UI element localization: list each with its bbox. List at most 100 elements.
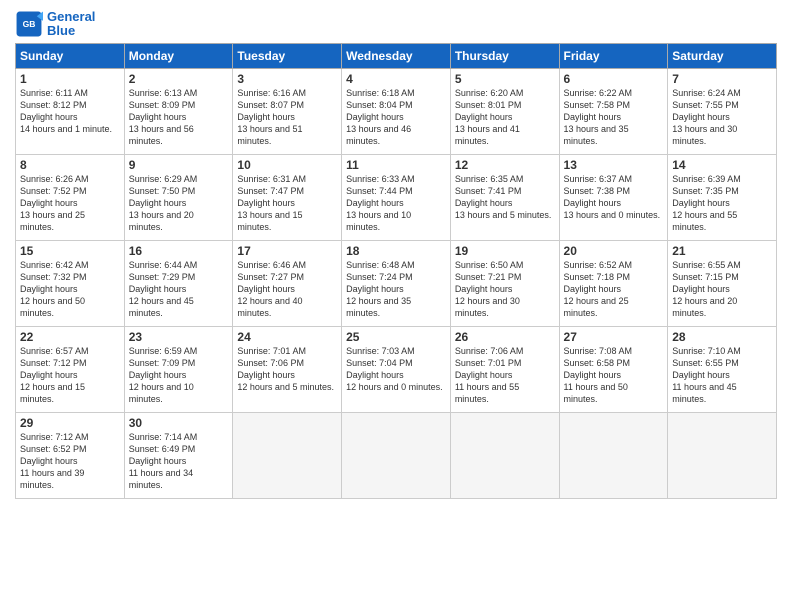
day-info: Sunrise: 6:55 AMSunset: 7:15 PMDaylight … <box>672 259 772 320</box>
day-number: 19 <box>455 244 555 258</box>
day-info: Sunrise: 6:39 AMSunset: 7:35 PMDaylight … <box>672 173 772 234</box>
day-info: Sunrise: 6:31 AMSunset: 7:47 PMDaylight … <box>237 173 337 234</box>
calendar-week-row: 1Sunrise: 6:11 AMSunset: 8:12 PMDaylight… <box>16 68 777 154</box>
day-number: 25 <box>346 330 446 344</box>
day-info: Sunrise: 6:33 AMSunset: 7:44 PMDaylight … <box>346 173 446 234</box>
day-number: 1 <box>20 72 120 86</box>
calendar-cell: 19Sunrise: 6:50 AMSunset: 7:21 PMDayligh… <box>450 240 559 326</box>
calendar-cell: 2Sunrise: 6:13 AMSunset: 8:09 PMDaylight… <box>124 68 233 154</box>
calendar-cell: 15Sunrise: 6:42 AMSunset: 7:32 PMDayligh… <box>16 240 125 326</box>
day-number: 10 <box>237 158 337 172</box>
day-number: 7 <box>672 72 772 86</box>
day-info: Sunrise: 6:46 AMSunset: 7:27 PMDaylight … <box>237 259 337 320</box>
calendar-cell: 30Sunrise: 7:14 AMSunset: 6:49 PMDayligh… <box>124 412 233 498</box>
day-info: Sunrise: 6:29 AMSunset: 7:50 PMDaylight … <box>129 173 229 234</box>
day-of-week-header: Wednesday <box>342 43 451 68</box>
calendar-cell: 29Sunrise: 7:12 AMSunset: 6:52 PMDayligh… <box>16 412 125 498</box>
calendar-cell: 28Sunrise: 7:10 AMSunset: 6:55 PMDayligh… <box>668 326 777 412</box>
calendar-cell: 1Sunrise: 6:11 AMSunset: 8:12 PMDaylight… <box>16 68 125 154</box>
calendar-cell: 12Sunrise: 6:35 AMSunset: 7:41 PMDayligh… <box>450 154 559 240</box>
day-info: Sunrise: 6:35 AMSunset: 7:41 PMDaylight … <box>455 173 555 222</box>
calendar-week-row: 15Sunrise: 6:42 AMSunset: 7:32 PMDayligh… <box>16 240 777 326</box>
day-number: 27 <box>564 330 664 344</box>
calendar-cell: 4Sunrise: 6:18 AMSunset: 8:04 PMDaylight… <box>342 68 451 154</box>
day-info: Sunrise: 6:44 AMSunset: 7:29 PMDaylight … <box>129 259 229 320</box>
day-of-week-header: Friday <box>559 43 668 68</box>
day-info: Sunrise: 6:11 AMSunset: 8:12 PMDaylight … <box>20 87 120 136</box>
day-number: 14 <box>672 158 772 172</box>
calendar-cell <box>233 412 342 498</box>
day-info: Sunrise: 7:06 AMSunset: 7:01 PMDaylight … <box>455 345 555 406</box>
calendar-cell: 26Sunrise: 7:06 AMSunset: 7:01 PMDayligh… <box>450 326 559 412</box>
calendar-cell: 20Sunrise: 6:52 AMSunset: 7:18 PMDayligh… <box>559 240 668 326</box>
day-number: 2 <box>129 72 229 86</box>
day-number: 12 <box>455 158 555 172</box>
day-info: Sunrise: 6:57 AMSunset: 7:12 PMDaylight … <box>20 345 120 406</box>
svg-text:GB: GB <box>23 19 36 29</box>
day-info: Sunrise: 7:12 AMSunset: 6:52 PMDaylight … <box>20 431 120 492</box>
calendar-cell: 22Sunrise: 6:57 AMSunset: 7:12 PMDayligh… <box>16 326 125 412</box>
calendar-cell: 14Sunrise: 6:39 AMSunset: 7:35 PMDayligh… <box>668 154 777 240</box>
day-number: 18 <box>346 244 446 258</box>
day-number: 6 <box>564 72 664 86</box>
logo-icon: GB <box>15 10 43 38</box>
calendar-cell: 25Sunrise: 7:03 AMSunset: 7:04 PMDayligh… <box>342 326 451 412</box>
day-number: 3 <box>237 72 337 86</box>
days-of-week-row: SundayMondayTuesdayWednesdayThursdayFrid… <box>16 43 777 68</box>
day-of-week-header: Monday <box>124 43 233 68</box>
day-number: 11 <box>346 158 446 172</box>
day-number: 5 <box>455 72 555 86</box>
calendar-cell <box>342 412 451 498</box>
calendar-cell <box>559 412 668 498</box>
calendar-cell <box>450 412 559 498</box>
day-info: Sunrise: 6:48 AMSunset: 7:24 PMDaylight … <box>346 259 446 320</box>
day-of-week-header: Saturday <box>668 43 777 68</box>
logo: GB General Blue <box>15 10 95 39</box>
calendar-cell: 11Sunrise: 6:33 AMSunset: 7:44 PMDayligh… <box>342 154 451 240</box>
calendar-cell: 13Sunrise: 6:37 AMSunset: 7:38 PMDayligh… <box>559 154 668 240</box>
calendar-week-row: 8Sunrise: 6:26 AMSunset: 7:52 PMDaylight… <box>16 154 777 240</box>
day-of-week-header: Thursday <box>450 43 559 68</box>
day-of-week-header: Sunday <box>16 43 125 68</box>
day-number: 17 <box>237 244 337 258</box>
day-number: 28 <box>672 330 772 344</box>
calendar-cell: 18Sunrise: 6:48 AMSunset: 7:24 PMDayligh… <box>342 240 451 326</box>
day-info: Sunrise: 7:08 AMSunset: 6:58 PMDaylight … <box>564 345 664 406</box>
day-info: Sunrise: 6:24 AMSunset: 7:55 PMDaylight … <box>672 87 772 148</box>
day-info: Sunrise: 7:10 AMSunset: 6:55 PMDaylight … <box>672 345 772 406</box>
day-info: Sunrise: 6:50 AMSunset: 7:21 PMDaylight … <box>455 259 555 320</box>
calendar-cell: 24Sunrise: 7:01 AMSunset: 7:06 PMDayligh… <box>233 326 342 412</box>
calendar-cell: 16Sunrise: 6:44 AMSunset: 7:29 PMDayligh… <box>124 240 233 326</box>
calendar-cell: 3Sunrise: 6:16 AMSunset: 8:07 PMDaylight… <box>233 68 342 154</box>
calendar-cell: 9Sunrise: 6:29 AMSunset: 7:50 PMDaylight… <box>124 154 233 240</box>
day-info: Sunrise: 6:42 AMSunset: 7:32 PMDaylight … <box>20 259 120 320</box>
calendar-week-row: 29Sunrise: 7:12 AMSunset: 6:52 PMDayligh… <box>16 412 777 498</box>
day-number: 8 <box>20 158 120 172</box>
calendar-week-row: 22Sunrise: 6:57 AMSunset: 7:12 PMDayligh… <box>16 326 777 412</box>
day-number: 30 <box>129 416 229 430</box>
day-number: 13 <box>564 158 664 172</box>
day-number: 15 <box>20 244 120 258</box>
day-info: Sunrise: 7:01 AMSunset: 7:06 PMDaylight … <box>237 345 337 394</box>
calendar-cell: 21Sunrise: 6:55 AMSunset: 7:15 PMDayligh… <box>668 240 777 326</box>
calendar-cell <box>668 412 777 498</box>
day-info: Sunrise: 6:26 AMSunset: 7:52 PMDaylight … <box>20 173 120 234</box>
calendar-cell: 5Sunrise: 6:20 AMSunset: 8:01 PMDaylight… <box>450 68 559 154</box>
day-info: Sunrise: 6:16 AMSunset: 8:07 PMDaylight … <box>237 87 337 148</box>
day-number: 21 <box>672 244 772 258</box>
logo-blue: Blue <box>47 23 75 38</box>
day-info: Sunrise: 6:52 AMSunset: 7:18 PMDaylight … <box>564 259 664 320</box>
day-info: Sunrise: 6:13 AMSunset: 8:09 PMDaylight … <box>129 87 229 148</box>
day-of-week-header: Tuesday <box>233 43 342 68</box>
calendar-table: SundayMondayTuesdayWednesdayThursdayFrid… <box>15 43 777 499</box>
calendar-cell: 8Sunrise: 6:26 AMSunset: 7:52 PMDaylight… <box>16 154 125 240</box>
day-info: Sunrise: 6:37 AMSunset: 7:38 PMDaylight … <box>564 173 664 222</box>
calendar-header: GB General Blue <box>15 10 777 39</box>
day-number: 9 <box>129 158 229 172</box>
logo-general: General <box>47 9 95 24</box>
day-info: Sunrise: 6:59 AMSunset: 7:09 PMDaylight … <box>129 345 229 406</box>
day-number: 4 <box>346 72 446 86</box>
day-number: 16 <box>129 244 229 258</box>
day-info: Sunrise: 6:22 AMSunset: 7:58 PMDaylight … <box>564 87 664 148</box>
day-info: Sunrise: 7:03 AMSunset: 7:04 PMDaylight … <box>346 345 446 394</box>
